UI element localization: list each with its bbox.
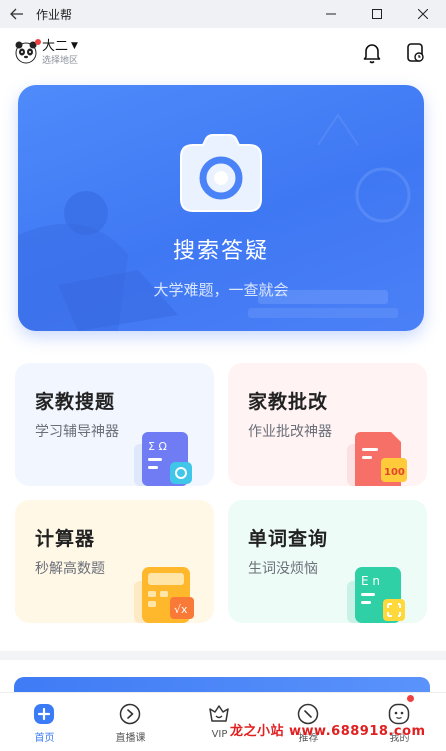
hero-title: 搜索答疑 — [172, 239, 269, 264]
caret-down-icon: ▼ — [71, 41, 78, 51]
region-selector[interactable]: 选择地区 — [42, 55, 78, 67]
vip-crown-icon — [208, 703, 230, 725]
home-icon — [33, 703, 55, 725]
nav-home[interactable]: 首页 — [0, 693, 89, 751]
bell-icon[interactable] — [360, 41, 384, 65]
user-info[interactable]: 大二 ▼ 选择地区 — [42, 39, 78, 67]
main-content: 搜索答疑 大学难题，一查就会 家教搜题 学习辅导神器 Σ Ω 家教批改 作业批改… — [0, 78, 446, 651]
close-button[interactable] — [400, 0, 446, 28]
nav-notification-dot — [407, 695, 414, 702]
card-subtitle: 秒解高数题 — [35, 561, 105, 577]
minimize-button[interactable] — [308, 0, 354, 28]
camera-icon — [177, 133, 265, 215]
card-word-lookup[interactable]: 单词查询 生词没烦恼 E n — [228, 500, 427, 623]
nav-label: 首页 — [34, 733, 55, 744]
card-tutor-search[interactable]: 家教搜题 学习辅导神器 Σ Ω — [15, 363, 214, 486]
search-notes-icon: Σ Ω — [132, 426, 202, 486]
card-title: 家教批改 — [248, 391, 329, 413]
svg-text:√x: √x — [174, 603, 188, 616]
card-subtitle: 生词没烦恼 — [248, 561, 318, 577]
nav-live-class[interactable]: 直播课 — [86, 693, 175, 751]
back-arrow-icon[interactable] — [0, 0, 34, 28]
card-title: 家教搜题 — [35, 391, 116, 413]
card-title: 计算器 — [35, 528, 96, 550]
graded-paper-icon: 100 — [345, 426, 415, 486]
history-icon[interactable] — [404, 41, 428, 65]
card-calculator[interactable]: 计算器 秒解高数题 √x — [15, 500, 214, 623]
site-watermark: 龙之小站 www.688918.com — [230, 724, 426, 739]
avatar[interactable] — [14, 39, 41, 64]
app-header: 大二 ▼ 选择地区 — [0, 28, 446, 78]
window-title: 作业帮 — [36, 7, 73, 22]
user-name: 大二 — [42, 39, 69, 54]
svg-text:Σ Ω: Σ Ω — [148, 440, 167, 453]
card-subtitle: 作业批改神器 — [248, 424, 332, 440]
search-hero-banner[interactable]: 搜索答疑 大学难题，一查就会 — [18, 85, 424, 331]
svg-text:E n: E n — [361, 574, 380, 588]
svg-text:100: 100 — [384, 467, 405, 478]
nav-label: 直播课 — [115, 733, 146, 744]
calculator-icon: √x — [132, 563, 202, 623]
card-tutor-correct[interactable]: 家教批改 作业批改神器 100 — [228, 363, 427, 486]
card-subtitle: 学习辅导神器 — [35, 424, 119, 440]
card-title: 单词查询 — [248, 528, 329, 550]
play-circle-icon — [119, 703, 141, 725]
dictionary-icon: E n — [345, 563, 415, 623]
window-titlebar: 作业帮 — [0, 0, 446, 28]
maximize-button[interactable] — [354, 0, 400, 28]
avatar-notification-dot — [35, 39, 41, 45]
hero-subtitle: 大学难题，一查就会 — [153, 281, 289, 299]
